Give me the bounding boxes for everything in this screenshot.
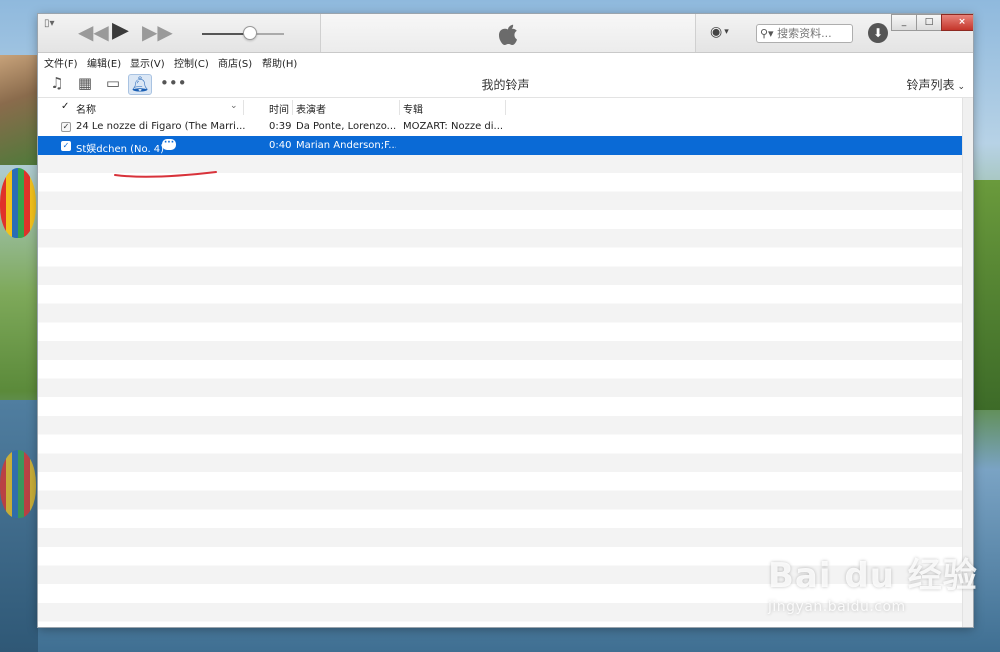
title-bar: ▯▾ ◀◀ ▶ ▶▶ ◉▾ ⚲▾ ⬇ _ □ × <box>38 14 973 53</box>
search-icon: ⚲▾ <box>760 27 774 40</box>
more-options-icon[interactable]: ··· <box>162 139 176 150</box>
chevron-down-icon: ▾ <box>724 27 729 37</box>
close-button[interactable]: × <box>941 14 973 31</box>
desktop-trees <box>972 180 1000 410</box>
media-toolbar: ♫ ▦ ▭ 🔔︎ ••• 我的铃声 铃声列表 ⌄ <box>38 70 973 98</box>
menu-bar: 文件(F) 编辑(E) 显示(V) 控制(C) 商店(S) 帮助(H) <box>38 53 973 70</box>
column-divider[interactable] <box>399 100 400 115</box>
table-row[interactable]: ✓ 24 Le nozze di Figaro (The Marri... 0:… <box>38 117 962 136</box>
player-controls: ▯▾ ◀◀ ▶ ▶▶ <box>38 14 320 52</box>
view-selector[interactable]: 铃声列表 ⌄ <box>906 76 965 93</box>
baidu-watermark: Bai du 经验 jingyan.baidu.com <box>768 548 978 615</box>
watermark-url: jingyan.baidu.com <box>768 599 906 615</box>
column-divider[interactable] <box>505 100 506 115</box>
maximize-button[interactable]: □ <box>916 14 942 31</box>
desktop-mountain <box>0 55 40 165</box>
window-controls: _ □ × <box>891 14 973 31</box>
row-name: St娱dchen (No. 4) <box>76 144 165 155</box>
row-time: 0:40 <box>269 140 292 151</box>
header-name[interactable]: 名称 <box>76 101 96 116</box>
rewind-icon[interactable]: ◀◀ <box>78 22 109 42</box>
volume-fill <box>202 33 248 35</box>
row-name: 24 Le nozze di Figaro (The Marri... <box>76 121 246 132</box>
watermark-brand: Bai du 经验 <box>768 556 978 596</box>
desktop-balloon-reflection <box>0 450 36 518</box>
download-icon[interactable]: ⬇ <box>868 23 888 43</box>
header-artist[interactable]: 表演者 <box>296 101 326 116</box>
header-check[interactable]: ✓ <box>61 101 69 112</box>
minimize-button[interactable]: _ <box>891 14 917 31</box>
menu-help[interactable]: 帮助(H) <box>262 55 297 70</box>
desktop-hot-air-balloon <box>0 168 36 238</box>
play-icon[interactable]: ▶ <box>112 20 129 42</box>
column-divider[interactable] <box>292 100 293 115</box>
row-time: 0:39 <box>269 121 292 132</box>
column-divider[interactable] <box>243 100 244 115</box>
row-checkbox[interactable]: ✓ <box>61 122 71 132</box>
itunes-window: ▯▾ ◀◀ ▶ ▶▶ ◉▾ ⚲▾ ⬇ _ □ × <box>38 14 973 627</box>
menu-file[interactable]: 文件(F) <box>44 55 78 70</box>
row-artist: Da Ponte, Lorenzo... <box>296 121 396 132</box>
sidebar-toggle-icon[interactable]: ▯▾ <box>44 18 62 30</box>
account-button[interactable]: ◉ ▾ <box>710 24 729 40</box>
menu-edit[interactable]: 编辑(E) <box>87 55 121 70</box>
search-box[interactable]: ⚲▾ <box>756 24 853 43</box>
row-album: MOZART: Nozze di... <box>403 121 503 132</box>
menu-store[interactable]: 商店(S) <box>218 55 252 70</box>
row-artist: Marian Anderson;F... <box>296 140 396 151</box>
account-icon: ◉ <box>710 24 723 40</box>
fast-forward-icon[interactable]: ▶▶ <box>142 22 173 42</box>
page-title: 我的铃声 <box>481 78 530 92</box>
volume-knob[interactable] <box>243 26 257 40</box>
header-time[interactable]: 时间 <box>269 101 289 116</box>
apple-logo-icon <box>498 24 517 45</box>
status-display <box>320 14 696 52</box>
view-selector-label: 铃声列表 <box>906 78 955 92</box>
annotation-underline <box>114 171 217 178</box>
header-album[interactable]: 专辑 <box>403 101 423 116</box>
table-header: ✓ 名称 ⌄ 时间 表演者 专辑 <box>38 98 962 118</box>
row-checkbox[interactable]: ✓ <box>61 141 71 151</box>
sort-chevron-icon[interactable]: ⌄ <box>230 101 238 111</box>
desktop-lake <box>0 400 38 652</box>
chevron-down-icon: ⌄ <box>957 82 965 92</box>
menu-view[interactable]: 显示(V) <box>130 55 165 70</box>
search-input[interactable] <box>777 27 848 40</box>
menu-controls[interactable]: 控制(C) <box>174 55 209 70</box>
table-row-selected[interactable]: ✓ St娱dchen (No. 4) ··· 0:40 Marian Ander… <box>38 136 962 155</box>
